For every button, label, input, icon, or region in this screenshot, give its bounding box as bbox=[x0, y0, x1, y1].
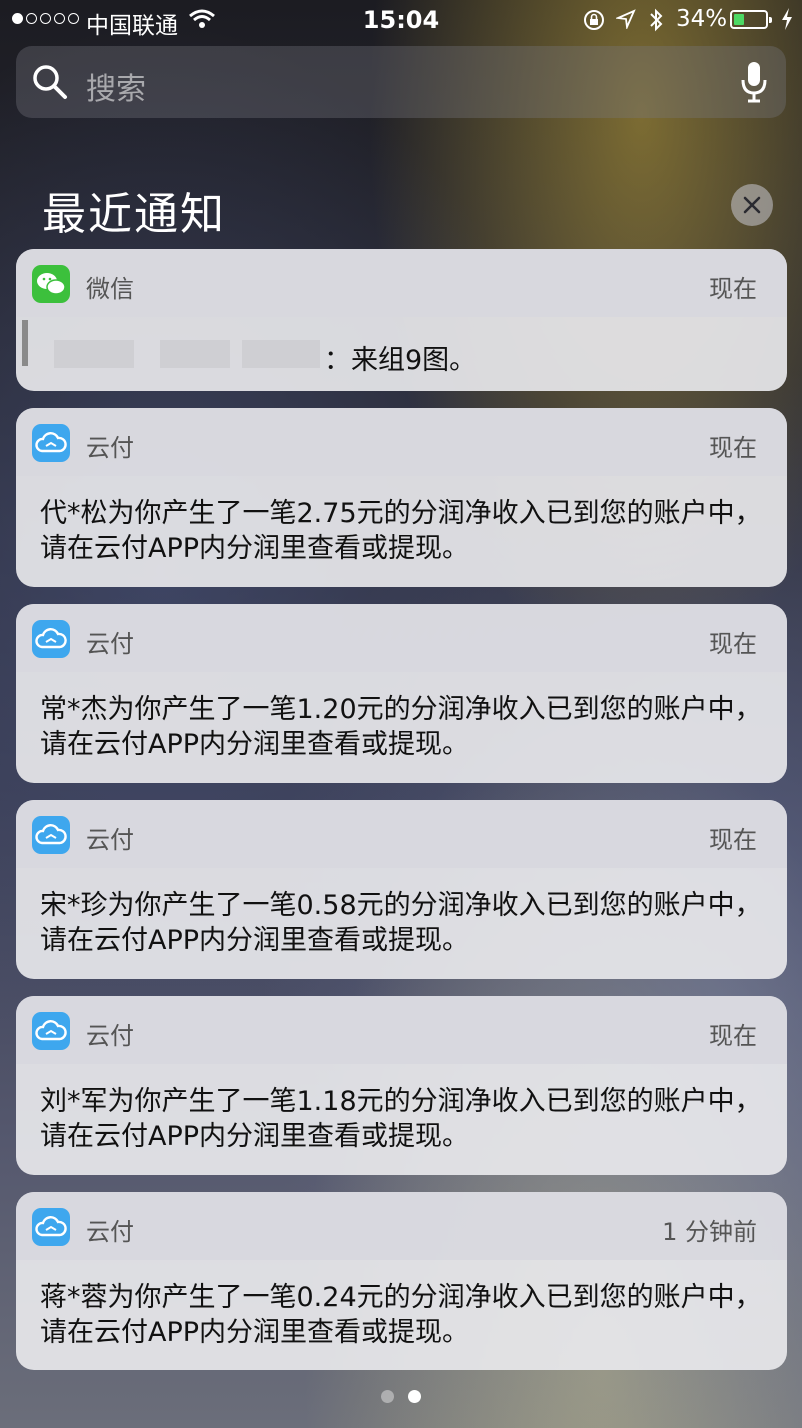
notification-body: 代*松为你产生了一笔2.75元的分润净收入已到您的账户中，请在云付APP内分润里… bbox=[40, 498, 762, 564]
app-name: 微信 bbox=[86, 275, 134, 303]
notification-body: 宋*珍为你产生了一笔0.58元的分润净收入已到您的账户中，请在云付APP内分润里… bbox=[40, 890, 762, 956]
notification-card[interactable]: 云付 现在 宋*珍为你产生了一笔0.58元的分润净收入已到您的账户中，请在云付A… bbox=[16, 800, 787, 979]
yunfu-cloud-icon bbox=[32, 620, 70, 658]
page-indicator[interactable] bbox=[0, 1390, 802, 1403]
yunfu-cloud-icon bbox=[32, 1012, 70, 1050]
notification-header: 微信 现在 bbox=[16, 249, 787, 317]
search-bar[interactable]: 搜索 bbox=[16, 46, 786, 118]
notification-time: 现在 bbox=[709, 434, 757, 462]
notification-header: 云付 现在 bbox=[16, 408, 787, 476]
notification-body: 常*杰为你产生了一笔1.20元的分润净收入已到您的账户中，请在云付APP内分润里… bbox=[40, 694, 762, 760]
yunfu-cloud-icon bbox=[32, 424, 70, 462]
page-dot-active[interactable] bbox=[408, 1390, 421, 1403]
notification-card[interactable]: 云付 现在 刘*军为你产生了一笔1.18元的分润净收入已到您的账户中，请在云付A… bbox=[16, 996, 787, 1175]
battery-percent: 34% bbox=[676, 6, 728, 32]
notification-time: 现在 bbox=[709, 826, 757, 854]
notification-body: 蒋*蓉为你产生了一笔0.24元的分润净收入已到您的账户中，请在云付APP内分润里… bbox=[40, 1282, 762, 1348]
redacted-sender bbox=[242, 340, 320, 368]
redacted-sender bbox=[54, 340, 134, 368]
notification-body: ：来组9图。 bbox=[324, 345, 477, 376]
notification-card[interactable]: 云付 现在 代*松为你产生了一笔2.75元的分润净收入已到您的账户中，请在云付A… bbox=[16, 408, 787, 587]
status-bar: 中国联通 15:04 34% bbox=[0, 0, 802, 42]
notification-header: 云付 现在 bbox=[16, 996, 787, 1064]
clear-notifications-button[interactable] bbox=[731, 184, 773, 226]
notification-card[interactable]: 云付 1 分钟前 蒋*蓉为你产生了一笔0.24元的分润净收入已到您的账户中，请在… bbox=[16, 1192, 787, 1370]
search-placeholder[interactable]: 搜索 bbox=[86, 64, 146, 108]
recent-notifications-title: 最近通知 bbox=[42, 189, 226, 240]
bluetooth-icon bbox=[650, 8, 663, 32]
microphone-icon[interactable] bbox=[740, 60, 768, 104]
notification-header: 云付 1 分钟前 bbox=[16, 1192, 787, 1260]
rotation-lock-icon bbox=[584, 10, 604, 30]
yunfu-cloud-icon bbox=[32, 816, 70, 854]
app-name: 云付 bbox=[86, 434, 134, 462]
charging-bolt-icon bbox=[782, 8, 792, 30]
notification-header: 云付 现在 bbox=[16, 604, 787, 672]
search-icon bbox=[33, 65, 67, 99]
close-icon bbox=[743, 196, 761, 214]
app-name: 云付 bbox=[86, 630, 134, 658]
yunfu-cloud-icon bbox=[32, 1208, 70, 1246]
notification-body: 刘*军为你产生了一笔1.18元的分润净收入已到您的账户中，请在云付APP内分润里… bbox=[40, 1086, 762, 1152]
app-name: 云付 bbox=[86, 1218, 134, 1246]
app-name: 云付 bbox=[86, 826, 134, 854]
redacted-sender bbox=[160, 340, 230, 368]
app-name: 云付 bbox=[86, 1022, 134, 1050]
battery-icon bbox=[730, 10, 772, 29]
notification-time: 现在 bbox=[709, 630, 757, 658]
notification-time: 1 分钟前 bbox=[662, 1218, 757, 1246]
redacted-edge bbox=[22, 320, 28, 366]
location-icon bbox=[616, 9, 636, 29]
notification-time: 现在 bbox=[709, 1022, 757, 1050]
notification-card[interactable]: 云付 现在 常*杰为你产生了一笔1.20元的分润净收入已到您的账户中，请在云付A… bbox=[16, 604, 787, 783]
notification-header: 云付 现在 bbox=[16, 800, 787, 868]
notification-time: 现在 bbox=[709, 275, 757, 303]
wechat-icon bbox=[32, 265, 70, 303]
page-dot[interactable] bbox=[381, 1390, 394, 1403]
